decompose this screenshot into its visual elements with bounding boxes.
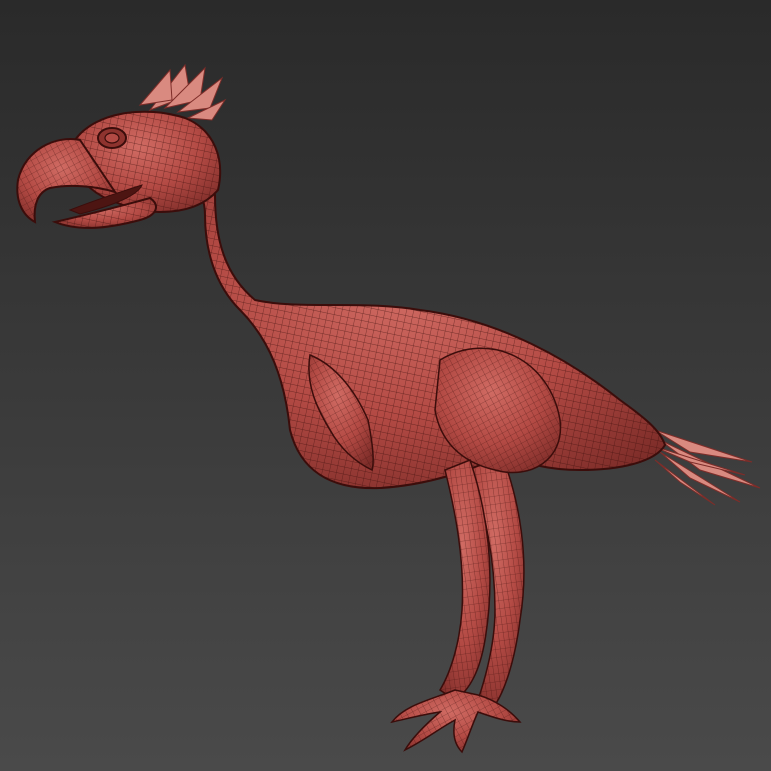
eye-inner (104, 132, 120, 144)
scene-canvas (0, 0, 771, 771)
3d-viewport[interactable] (0, 0, 771, 771)
